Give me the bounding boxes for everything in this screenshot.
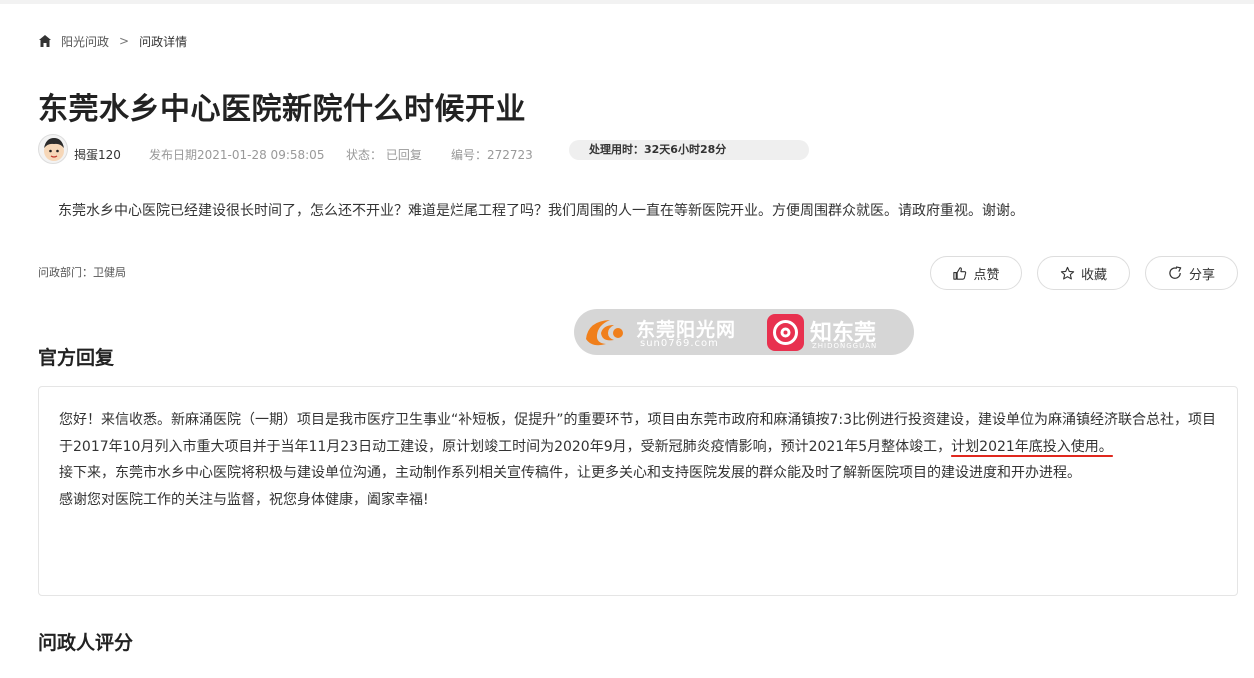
site-watermark: 东莞阳光网 sun0769.com 知东莞 ZHIDONGGUAN bbox=[574, 309, 914, 355]
top-border bbox=[0, 0, 1254, 4]
chevron-right-icon: > bbox=[119, 34, 130, 48]
author-name[interactable]: 揭蛋120 bbox=[74, 146, 121, 163]
reply-paragraph: 接下来，东莞市水乡中心医院将积极与建设单位沟通，主动制作系列相关宣传稿件，让更多… bbox=[59, 465, 1081, 481]
reply-highlight: 计划2021年底投入使用。 bbox=[951, 438, 1113, 455]
breadcrumb-root-link[interactable]: 阳光问政 bbox=[61, 33, 109, 50]
rating-heading: 问政人评分 bbox=[38, 632, 134, 654]
like-label: 点赞 bbox=[973, 267, 1000, 283]
avatar[interactable] bbox=[38, 134, 68, 164]
share-label: 分享 bbox=[1188, 267, 1215, 283]
thumbs-up-icon bbox=[953, 266, 967, 280]
star-icon bbox=[1060, 266, 1075, 279]
breadcrumb-current: 问政详情 bbox=[139, 34, 188, 49]
post-number: 编号：272723 bbox=[451, 148, 533, 162]
publish-date: 发布日期2021-01-28 09:58:05 bbox=[149, 148, 325, 162]
collect-label: 收藏 bbox=[1080, 267, 1107, 283]
page-title: 东莞水乡中心医院新院什么时候开业 bbox=[38, 92, 526, 127]
share-button[interactable]: 分享 bbox=[1145, 256, 1238, 290]
official-reply-heading: 官方回复 bbox=[38, 347, 115, 369]
home-icon[interactable] bbox=[38, 34, 52, 48]
department-label: 问政部门：卫健局 bbox=[38, 266, 126, 279]
sun-logo-icon bbox=[586, 320, 623, 346]
reply-paragraph: 感谢您对医院工作的关注与监督，祝您身体健康，阖家幸福! bbox=[59, 491, 429, 508]
breadcrumb: 阳光问政 > 问政详情 bbox=[38, 33, 187, 49]
collect-button[interactable]: 收藏 bbox=[1037, 256, 1130, 290]
status-text: 状态： 已回复 bbox=[346, 148, 422, 162]
eye-logo-icon bbox=[767, 314, 804, 351]
watermark-left-url: sun0769.com bbox=[640, 338, 719, 349]
share-icon bbox=[1169, 265, 1182, 279]
question-body: 东莞水乡中心医院已经建设很长时间了，怎么还不开业？难道是烂尾工程了吗？我们周围的… bbox=[58, 203, 1024, 219]
watermark-right-sub: ZHIDONGGUAN bbox=[812, 342, 878, 350]
reply-paragraph: 您好！来信收悉。新麻涌医院（一期）项目是我市医疗卫生事业“补短板，促提升”的重要… bbox=[59, 407, 1217, 460]
processing-time-badge: 处理用时：32天6小时28分 bbox=[569, 140, 809, 160]
post-meta: 揭蛋120 发布日期2021-01-28 09:58:05 状态： 已回复 编号… bbox=[38, 134, 838, 168]
like-button[interactable]: 点赞 bbox=[930, 256, 1022, 290]
official-reply-box: 您好！来信收悉。新麻涌医院（一期）项目是我市医疗卫生事业“补短板，促提升”的重要… bbox=[38, 386, 1238, 596]
